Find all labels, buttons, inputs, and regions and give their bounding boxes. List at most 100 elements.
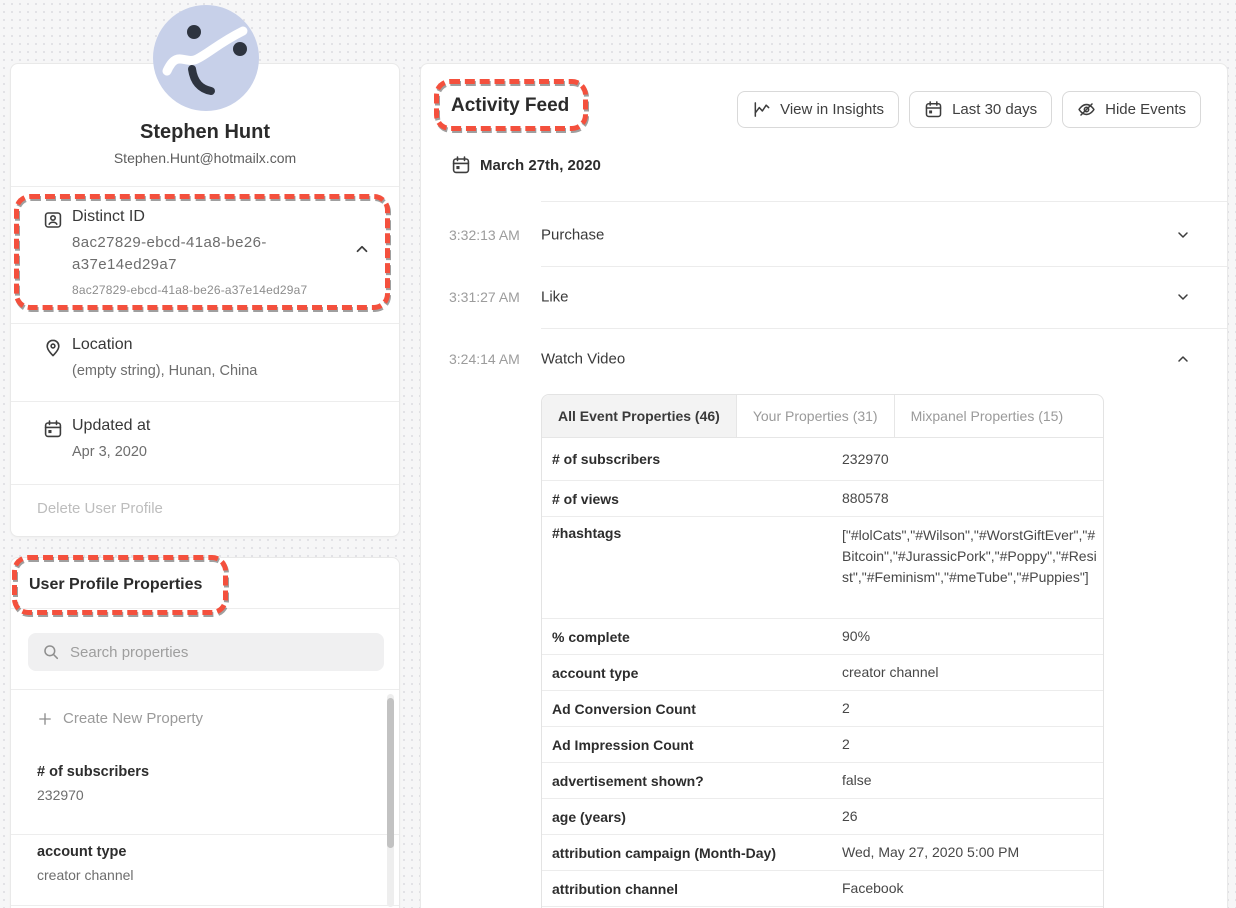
- table-row: Ad Impression Count 2: [542, 727, 1103, 763]
- eye-off-icon: [1077, 100, 1096, 119]
- avatar-smiley-icon: [153, 5, 259, 111]
- property-name: #hashtags: [552, 525, 842, 541]
- property-name: account type: [37, 844, 369, 860]
- property-name: attribution campaign (Month-Day): [552, 845, 842, 861]
- event-name: Watch Video: [541, 351, 625, 368]
- feed-toolbar: View in Insights Last 30 days Hide Event…: [737, 91, 1201, 128]
- distinct-id-value: 8ac27829-ebcd-41a8-be26-a37e14ed29a7: [72, 232, 320, 276]
- event-name: Like: [541, 289, 569, 306]
- table-row: # of views 880578: [542, 481, 1103, 517]
- property-name: Ad Conversion Count: [552, 701, 842, 717]
- updated-at-label: Updated at: [72, 417, 150, 435]
- event-row-like[interactable]: 3:31:27 AM Like: [421, 266, 1227, 328]
- location-value: (empty string), Hunan, China: [72, 363, 257, 379]
- property-name: % complete: [552, 629, 842, 645]
- divider: [11, 186, 399, 187]
- property-value: Facebook: [842, 878, 1097, 899]
- property-value: Wed, May 27, 2020 5:00 PM: [842, 842, 1097, 863]
- view-in-insights-button[interactable]: View in Insights: [737, 91, 899, 128]
- properties-list: Create New Property # of subscribers 232…: [11, 690, 399, 908]
- updated-at-value: Apr 3, 2020: [72, 444, 147, 460]
- chevron-up-icon[interactable]: [353, 240, 371, 258]
- hide-events-label: Hide Events: [1105, 101, 1186, 118]
- create-new-property-label: Create New Property: [63, 710, 203, 727]
- property-name: attribution channel: [552, 881, 842, 897]
- id-badge-icon: [43, 210, 63, 230]
- last-30-days-button[interactable]: Last 30 days: [909, 91, 1052, 128]
- date-header-label: March 27th, 2020: [480, 157, 601, 174]
- property-name: age (years): [552, 809, 842, 825]
- tab-your-properties[interactable]: Your Properties (31): [737, 395, 895, 437]
- search-properties-box: [28, 633, 384, 671]
- event-time: 3:32:13 AM: [449, 227, 520, 243]
- scrollbar-thumb[interactable]: [387, 698, 394, 848]
- property-name: # of subscribers: [37, 764, 369, 780]
- table-row: #hashtags ["#lolCats","#Wilson","#WorstG…: [542, 517, 1103, 619]
- calendar-icon: [924, 100, 943, 119]
- chevron-down-icon[interactable]: [1175, 227, 1191, 243]
- location-label: Location: [72, 336, 133, 354]
- search-icon: [42, 643, 60, 661]
- activity-feed-title: Activity Feed: [451, 95, 569, 117]
- chevron-up-icon[interactable]: [1175, 351, 1191, 367]
- last-30-days-label: Last 30 days: [952, 101, 1037, 118]
- property-value: 90%: [842, 626, 1097, 647]
- chevron-down-icon[interactable]: [1175, 289, 1191, 305]
- properties-panel-title: User Profile Properties: [29, 576, 202, 594]
- property-list-item[interactable]: # of subscribers 232970: [37, 764, 369, 803]
- table-row: advertisement shown? false: [542, 763, 1103, 799]
- search-input[interactable]: [70, 633, 370, 671]
- property-name: # of views: [552, 491, 842, 507]
- avatar: [153, 5, 259, 111]
- profile-card: Stephen Hunt Stephen.Hunt@hotmailx.com D…: [10, 63, 400, 537]
- event-property-tabs: All Event Properties (46) Your Propertie…: [542, 395, 1103, 438]
- line-chart-icon: [752, 100, 771, 119]
- property-value: 2: [842, 698, 1097, 719]
- plus-icon: [37, 711, 53, 727]
- property-value: ["#lolCats","#Wilson","#WorstGiftEver","…: [842, 525, 1097, 588]
- property-name: Ad Impression Count: [552, 737, 842, 753]
- create-new-property-button[interactable]: Create New Property: [37, 710, 203, 727]
- table-row: Ad Conversion Count 2: [542, 691, 1103, 727]
- tab-mixpanel-properties[interactable]: Mixpanel Properties (15): [895, 395, 1080, 437]
- location-pin-icon: [43, 338, 63, 358]
- activity-feed-card: Activity Feed View in Insights Last 30 d…: [420, 63, 1228, 908]
- date-header: March 27th, 2020: [451, 155, 601, 175]
- tab-all-event-properties[interactable]: All Event Properties (46): [542, 395, 737, 437]
- table-row: account type creator channel: [542, 655, 1103, 691]
- table-row: # of subscribers 232970: [542, 438, 1103, 481]
- property-value: creator channel: [842, 662, 1097, 683]
- divider: [541, 201, 1227, 202]
- hide-events-button[interactable]: Hide Events: [1062, 91, 1201, 128]
- event-row-purchase[interactable]: 3:32:13 AM Purchase: [421, 204, 1227, 266]
- table-row: age (years) 26: [542, 799, 1103, 835]
- divider: [11, 401, 399, 402]
- user-profile-properties-card: User Profile Properties Create New Prope…: [10, 557, 400, 908]
- calendar-icon: [451, 155, 471, 175]
- event-row-watch-video[interactable]: 3:24:14 AM Watch Video: [421, 328, 1227, 390]
- property-value: creator channel: [37, 867, 369, 883]
- property-value: 26: [842, 806, 1097, 827]
- scrollbar-track[interactable]: [387, 694, 394, 907]
- delete-user-profile-button[interactable]: Delete User Profile: [37, 500, 163, 517]
- table-row: attribution channel Facebook: [542, 871, 1103, 907]
- property-value: 880578: [842, 488, 1097, 509]
- view-in-insights-label: View in Insights: [780, 101, 884, 118]
- page-background: Stephen Hunt Stephen.Hunt@hotmailx.com D…: [0, 0, 1236, 908]
- distinct-id-label: Distinct ID: [72, 208, 145, 226]
- calendar-icon: [43, 419, 63, 439]
- table-row: % complete 90%: [542, 619, 1103, 655]
- distinct-id-full-value: 8ac27829-ebcd-41a8-be26-a37e14ed29a7: [72, 283, 307, 297]
- property-name: # of subscribers: [552, 451, 842, 467]
- divider: [11, 905, 399, 906]
- event-name: Purchase: [541, 227, 604, 244]
- divider: [11, 484, 399, 485]
- event-detail-panel: All Event Properties (46) Your Propertie…: [541, 394, 1104, 908]
- profile-name: Stephen Hunt: [11, 121, 399, 144]
- event-time: 3:31:27 AM: [449, 289, 520, 305]
- property-value: false: [842, 770, 1097, 791]
- divider: [11, 608, 399, 609]
- property-value: 2: [842, 734, 1097, 755]
- property-name: account type: [552, 665, 842, 681]
- property-list-item[interactable]: account type creator channel: [37, 844, 369, 883]
